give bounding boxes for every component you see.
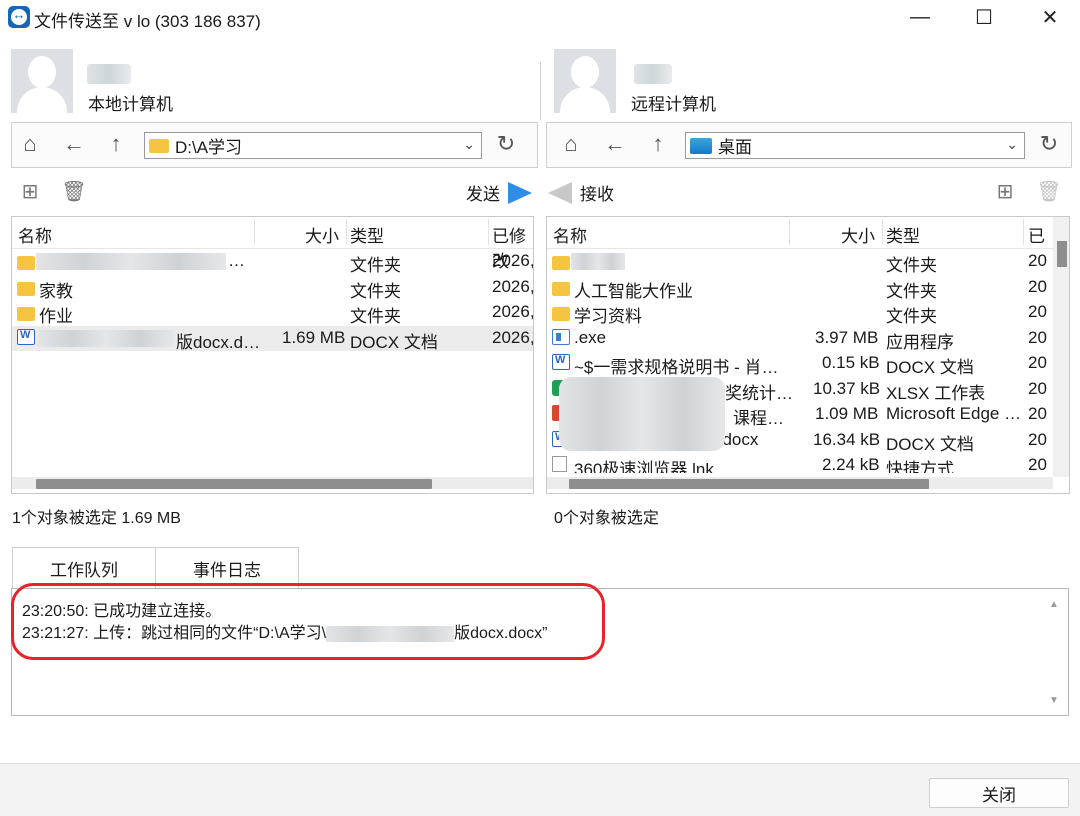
local-path-select[interactable]: D:\A学习 ⌄ xyxy=(144,132,482,159)
column-name[interactable]: 名称 xyxy=(18,222,52,247)
new-folder-icon[interactable]: ⊞ xyxy=(992,179,1018,204)
send-arrow-icon xyxy=(508,181,532,204)
delete-icon[interactable]: 🗑 xyxy=(1036,179,1062,204)
remote-status: 0个对象被选定 xyxy=(554,510,659,527)
table-row[interactable]: … 文件夹 2026, xyxy=(12,249,533,275)
column-modified[interactable]: 已 xyxy=(1028,222,1045,247)
send-label: 发送 xyxy=(466,185,500,204)
table-row[interactable]: 家教 文件夹 2026, xyxy=(12,275,533,301)
teamviewer-icon xyxy=(8,6,30,28)
remote-panel: 远程计算机 ⌂ ← ↑ 桌面 ⌄ ↻ 接收 ⊞ 🗑 名称 大小 类型 已 文件夹… xyxy=(545,36,1072,496)
home-icon[interactable]: ⌂ xyxy=(557,131,585,157)
local-horizontal-scrollbar[interactable] xyxy=(12,477,533,489)
local-computer-label: 本地计算机 xyxy=(88,95,173,114)
remote-nav-bar: ⌂ ← ↑ 桌面 ⌄ ↻ xyxy=(546,122,1072,168)
remote-path-select[interactable]: 桌面 ⌄ xyxy=(685,132,1025,159)
local-path-text: D:\A学习 xyxy=(175,138,243,157)
local-list-header: 名称 大小 类型 已修改 xyxy=(12,217,533,271)
column-name[interactable]: 名称 xyxy=(553,222,587,247)
local-status: 1个对象被选定 1.69 MB xyxy=(12,510,181,527)
remote-computer-label: 远程计算机 xyxy=(631,95,716,114)
remote-avatar xyxy=(554,49,616,113)
folder-icon xyxy=(17,256,35,270)
word-icon xyxy=(17,328,35,345)
close-button[interactable]: 关闭 xyxy=(929,778,1069,808)
folder-icon xyxy=(552,256,570,270)
up-arrow-icon[interactable]: ↑ xyxy=(102,131,130,157)
receive-button[interactable]: 接收 xyxy=(548,180,614,205)
chevron-down-icon: ⌄ xyxy=(1006,136,1018,152)
table-row[interactable]: 人工智能大作业 文件夹 20 xyxy=(547,275,1069,301)
new-folder-icon[interactable]: ⊞ xyxy=(17,179,43,204)
table-row[interactable]: 作业 文件夹 2026, xyxy=(12,300,533,326)
remote-toolbar: 接收 ⊞ 🗑 xyxy=(546,168,1072,216)
exe-icon xyxy=(552,328,570,345)
table-row[interactable]: 360极速浏览器.lnk 2.24 kB 快捷方式 20 xyxy=(547,453,1069,473)
minimize-button[interactable]: — xyxy=(890,0,950,34)
local-toolbar: ⊞ 🗑 发送 xyxy=(11,168,538,216)
log-vertical-scrollbar[interactable]: ▲ ▼ xyxy=(1040,589,1068,715)
folder-icon xyxy=(552,307,570,321)
shortcut-icon xyxy=(552,456,567,472)
receive-arrow-icon xyxy=(548,181,572,204)
local-nav-bar: ⌂ ← ↑ D:\A学习 ⌄ ↻ xyxy=(11,122,538,168)
footer-bar xyxy=(0,763,1080,816)
table-row-selected[interactable]: 版docx.d… 1.69 MB DOCX 文档 2026, xyxy=(12,325,533,352)
column-type[interactable]: 类型 xyxy=(350,222,384,247)
back-arrow-icon[interactable]: ← xyxy=(601,131,629,157)
desktop-icon xyxy=(690,137,712,154)
refresh-icon[interactable]: ↻ xyxy=(1035,131,1063,157)
word-icon xyxy=(552,354,570,370)
remote-horizontal-scrollbar[interactable] xyxy=(547,477,1053,489)
chevron-down-icon: ⌄ xyxy=(463,136,475,152)
folder-icon xyxy=(17,281,35,296)
scroll-down-icon[interactable]: ▼ xyxy=(1049,695,1059,706)
receive-label: 接收 xyxy=(580,185,614,204)
table-row[interactable]: .exe 3.97 MB 应用程序 20 xyxy=(547,326,1069,352)
column-type[interactable]: 类型 xyxy=(886,222,920,247)
back-arrow-icon[interactable]: ← xyxy=(60,131,88,157)
delete-icon[interactable]: 🗑 xyxy=(61,179,87,204)
local-file-list: 名称 大小 类型 已修改 … 文件夹 2026, 家教 文件夹 2026, 作业… xyxy=(11,216,534,494)
local-user-name-blurred xyxy=(87,64,131,84)
table-row[interactable]: 文件夹 20 xyxy=(547,249,1069,275)
send-button[interactable]: 发送 xyxy=(466,180,532,205)
scroll-up-icon[interactable]: ▲ xyxy=(1049,599,1059,610)
window-title: 文件传送至 v lo (303 186 837) xyxy=(34,12,261,31)
remote-file-list: 名称 大小 类型 已 文件夹 20 人工智能大作业 文件夹 20 学习资料 文件… xyxy=(546,216,1070,494)
scroll-thumb[interactable] xyxy=(36,479,432,489)
local-avatar xyxy=(11,49,73,113)
table-row[interactable]: 学习资料 文件夹 20 xyxy=(547,300,1069,326)
panel-divider xyxy=(540,62,541,120)
column-size[interactable]: 大小 xyxy=(841,222,875,247)
scroll-thumb[interactable] xyxy=(1057,241,1067,267)
remote-path-text: 桌面 xyxy=(718,138,752,157)
red-highlight-annotation xyxy=(11,583,605,660)
refresh-icon[interactable]: ↻ xyxy=(492,131,520,157)
up-arrow-icon[interactable]: ↑ xyxy=(644,131,672,157)
remote-list-header: 名称 大小 类型 已 xyxy=(547,217,1069,249)
blurred-region xyxy=(559,377,725,451)
maximize-button[interactable]: ☐ xyxy=(954,0,1014,34)
home-icon[interactable]: ⌂ xyxy=(16,131,44,157)
local-panel: 本地计算机 ⌂ ← ↑ D:\A学习 ⌄ ↻ ⊞ 🗑 发送 名称 大小 类型 已… xyxy=(10,36,538,496)
folder-icon xyxy=(552,281,570,296)
remote-user-name-blurred xyxy=(634,64,672,84)
column-size[interactable]: 大小 xyxy=(305,222,339,247)
folder-icon xyxy=(149,138,169,153)
folder-icon xyxy=(17,307,35,321)
table-row[interactable]: ~$一需求规格说明书 - 肖… 0.15 kB DOCX 文档 20 xyxy=(547,351,1069,377)
remote-vertical-scrollbar[interactable] xyxy=(1053,217,1069,477)
title-bar: 文件传送至 v lo (303 186 837) — ☐ ✕ xyxy=(0,0,1080,34)
scroll-thumb[interactable] xyxy=(569,479,929,489)
close-window-button[interactable]: ✕ xyxy=(1020,0,1080,34)
